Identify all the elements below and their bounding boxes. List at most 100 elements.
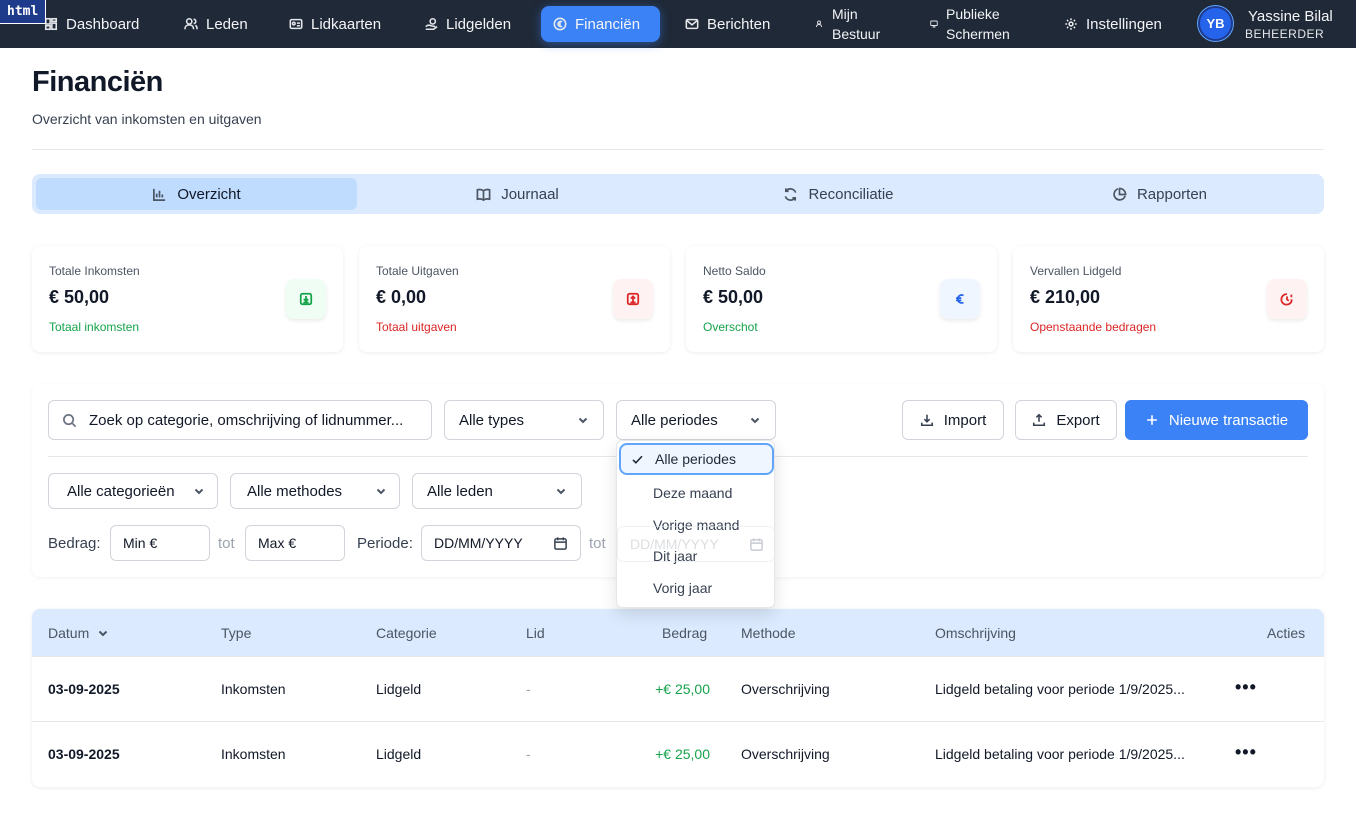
users-small-icon: [816, 20, 822, 28]
stat-label: Totale Inkomsten: [49, 264, 140, 278]
cell-description: Lidgeld betaling voor periode 1/9/2025..…: [935, 746, 1185, 762]
cell-amount: +€ 25,00: [655, 681, 710, 697]
cell-category: Lidgeld: [376, 746, 422, 762]
page-subtitle: Overzicht van inkomsten en uitgaven: [32, 111, 262, 127]
avatar[interactable]: YB: [1198, 6, 1233, 41]
tab-reconciliatie[interactable]: Reconciliatie: [678, 178, 999, 210]
option-label: Deze maand: [653, 485, 733, 501]
max-amount-input[interactable]: Max €: [245, 525, 345, 561]
row-actions-button[interactable]: •••: [1235, 742, 1257, 763]
monitor-icon: [930, 20, 938, 28]
stat-icon-box: [613, 279, 653, 319]
stat-label: Netto Saldo: [703, 264, 766, 278]
table-header: Datum Type Categorie Lid Bedrag Methode …: [32, 609, 1324, 657]
row-actions-button[interactable]: •••: [1235, 677, 1257, 698]
nav-item-financien[interactable]: Financiën: [541, 6, 660, 42]
option-label: Dit jaar: [653, 548, 698, 564]
book-icon: [476, 188, 491, 201]
import-button[interactable]: Import: [902, 400, 1004, 440]
nav-label: Berichten: [707, 15, 771, 33]
column-header-omschrijving: Omschrijving: [935, 625, 1016, 641]
date-from-placeholder: DD/MM/YYYY: [434, 535, 523, 551]
chevron-down-icon: [750, 417, 760, 424]
column-header-datum[interactable]: Datum: [48, 625, 109, 641]
export-button[interactable]: Export: [1015, 400, 1117, 440]
coins-icon: [425, 17, 438, 31]
users-icon: [184, 17, 198, 30]
nav-label: Financiën: [575, 15, 641, 33]
period-option-vorig-jaar[interactable]: Vorig jaar: [619, 572, 774, 604]
stat-footnote: Overschot: [703, 320, 758, 334]
user-role: BEHEERDER: [1245, 27, 1325, 41]
upload-icon: [626, 292, 640, 306]
category-select-value: Alle categorieën: [67, 482, 175, 500]
tab-overzicht[interactable]: Overzicht: [36, 178, 357, 210]
plus-icon: [1147, 415, 1157, 425]
tab-label: Overzicht: [177, 185, 241, 203]
period-option-dit-jaar[interactable]: Dit jaar: [619, 540, 774, 572]
cell-method: Overschrijving: [741, 681, 830, 697]
table-row[interactable]: 03-09-2025 Inkomsten Lidgeld - +€ 25,00 …: [32, 722, 1324, 787]
stat-label: Totale Uitgaven: [376, 264, 459, 278]
tab-label: Journaal: [501, 185, 559, 203]
stat-label: Vervallen Lidgeld: [1030, 264, 1122, 278]
stat-footnote: Totaal inkomsten: [49, 320, 140, 334]
nav-item-leden[interactable]: Leden: [172, 6, 260, 42]
cell-type: Inkomsten: [221, 746, 286, 762]
table-row[interactable]: 03-09-2025 Inkomsten Lidgeld - +€ 25,00 …: [32, 657, 1324, 722]
date-from-input[interactable]: DD/MM/YYYY: [421, 525, 581, 561]
option-label: Alle periodes: [655, 451, 736, 467]
cell-amount: +€ 25,00: [655, 746, 710, 762]
download-icon: [920, 414, 933, 427]
nav-item-lidgelden[interactable]: Lidgelden: [412, 6, 523, 42]
new-transaction-button[interactable]: Nieuwe transactie: [1125, 400, 1308, 440]
transactions-table: Datum Type Categorie Lid Bedrag Methode …: [32, 609, 1324, 787]
to-label: tot: [589, 535, 606, 552]
stat-card-vervallen-lidgeld: Vervallen Lidgeld € 210,00 Openstaande b…: [1013, 246, 1324, 352]
nav-label: Lidkaarten: [311, 15, 382, 33]
nav-item-dashboard[interactable]: Dashboard: [32, 6, 151, 42]
category-select[interactable]: Alle categorieën: [48, 473, 218, 509]
stat-value: € 50,00: [703, 287, 764, 307]
method-select[interactable]: Alle methodes: [230, 473, 400, 509]
column-label: Datum: [48, 625, 90, 641]
stat-value: € 210,00: [1030, 287, 1101, 307]
nav-item-berichten[interactable]: Berichten: [673, 6, 782, 42]
nav-item-mijn-bestuur[interactable]: Mijn Bestuur: [804, 6, 914, 42]
export-label: Export: [1056, 411, 1100, 429]
type-select[interactable]: Alle types: [444, 400, 604, 440]
period-option-deze-maand[interactable]: Deze maand: [619, 477, 774, 509]
nav-label: Mijn Bestuur: [832, 6, 881, 42]
stat-footnote: Openstaande bedragen: [1030, 320, 1157, 334]
to-label: tot: [218, 535, 235, 552]
member-select-value: Alle leden: [427, 482, 493, 500]
column-header-categorie: Categorie: [376, 625, 437, 641]
chevron-down-icon: [99, 630, 108, 637]
nav-item-publieke-schermen[interactable]: Publieke Schermen: [918, 6, 1028, 42]
stat-icon-box: [1267, 279, 1307, 319]
min-amount-placeholder: Min €: [123, 535, 158, 551]
tab-rapporten[interactable]: Rapporten: [999, 178, 1320, 210]
period-option-vorige-maand[interactable]: Vorige maand: [619, 509, 774, 541]
stat-footnote: Totaal uitgaven: [376, 320, 457, 334]
period-select[interactable]: Alle periodes: [616, 400, 776, 440]
nav-label: Instellingen: [1086, 15, 1162, 33]
member-select[interactable]: Alle leden: [412, 473, 582, 509]
page-title: Financiën: [32, 66, 163, 98]
search-input[interactable]: Zoek op categorie, omschrijving of lidnu…: [48, 400, 432, 440]
cell-date: 03-09-2025: [48, 746, 120, 762]
option-label: Vorige maand: [653, 517, 740, 533]
period-option-alle-periodes[interactable]: Alle periodes: [619, 443, 774, 475]
nav-label: Lidgelden: [446, 15, 512, 33]
stat-card-inkomsten: Totale Inkomsten € 50,00 Totaal inkomste…: [32, 246, 343, 352]
min-amount-input[interactable]: Min €: [110, 525, 210, 561]
method-select-value: Alle methodes: [247, 482, 343, 500]
option-label: Vorig jaar: [653, 580, 713, 596]
nav-item-lidkaarten[interactable]: Lidkaarten: [277, 6, 393, 42]
column-header-methode: Methode: [741, 625, 796, 641]
tab-label: Reconciliatie: [808, 185, 894, 203]
tab-bar: Overzicht Journaal Reconciliatie Rapport…: [32, 174, 1324, 214]
nav-item-instellingen[interactable]: Instellingen: [1052, 6, 1174, 42]
nav-label: Publieke Schermen: [946, 6, 1010, 42]
tab-journaal[interactable]: Journaal: [357, 178, 678, 210]
